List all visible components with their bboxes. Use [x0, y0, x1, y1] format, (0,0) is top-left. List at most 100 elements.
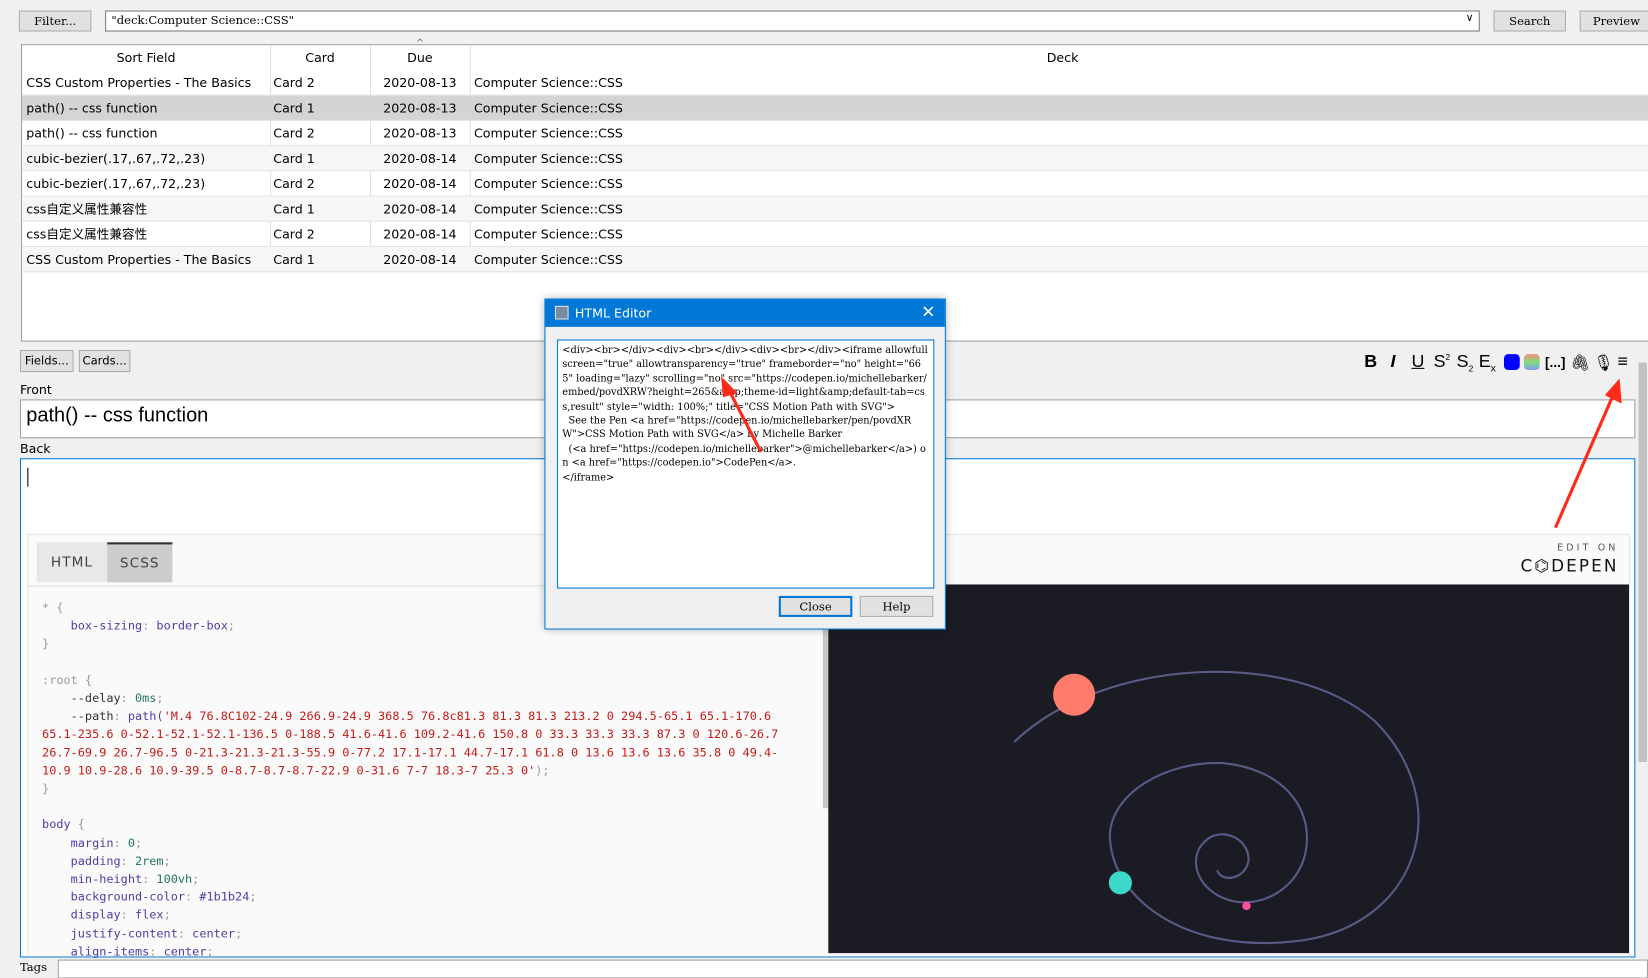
code-token: path( [127, 709, 164, 724]
cell-sort-field: cubic-bezier(.17,.67,.72,.23) [26, 176, 206, 192]
subscript-icon[interactable]: S2 [1457, 351, 1474, 373]
more-icon[interactable]: ≡ [1617, 351, 1627, 372]
code-token: 2rem [134, 854, 164, 868]
fields-button[interactable]: Fields... [19, 349, 74, 373]
table-row[interactable]: path() -- css function Card 1 2020-08-13 Co… [22, 95, 1648, 121]
highlight-color-icon[interactable] [1523, 354, 1540, 370]
cell-due: 2020-08-14 [383, 201, 457, 217]
search-button[interactable]: Search [1493, 10, 1566, 32]
tab-html[interactable]: HTML [36, 542, 108, 583]
codepen-result-preview [828, 584, 1630, 954]
code-token: :root { [42, 673, 93, 688]
code-token: ; [235, 926, 243, 941]
cell-card: Card 1 [273, 151, 315, 167]
dialog-title: HTML Editor [574, 305, 652, 321]
code-token: --delay [42, 691, 121, 706]
table-row[interactable]: cubic-bezier(.17,.67,.72,.23) Card 2 2020-… [22, 171, 1648, 197]
code-token: : [149, 944, 164, 959]
code-token: min-height [42, 872, 143, 886]
code-token: body [42, 818, 71, 832]
close-button[interactable]: Close [778, 595, 853, 617]
codepen-logo[interactable]: C⌬DEPEN [1520, 556, 1618, 576]
table-row[interactable]: cubic-bezier(.17,.67,.72,.23) Card 1 2020-… [22, 146, 1648, 172]
cell-due: 2020-08-13 [383, 126, 457, 141]
cell-deck: Computer Science::CSS [474, 126, 623, 141]
bold-icon[interactable]: B [1364, 351, 1377, 372]
code-token: 65.1-235.6 0-52.1-52.1-52.1-136.5 0-188.… [42, 727, 779, 742]
code-line: 26.7-69.9 26.7-96.5 0-21.3-21.3-21.3-55.… [42, 744, 778, 762]
code-line: 65.1-235.6 0-52.1-52.1-52.1-136.5 0-188.… [42, 726, 778, 744]
preview-button[interactable]: Preview [1579, 10, 1648, 32]
code-line: :root { [42, 671, 92, 689]
cell-deck: Computer Science::CSS [474, 227, 623, 242]
code-token: ); [535, 763, 550, 778]
front-label: Front [19, 382, 52, 398]
cell-sort-field: CSS Custom Properties - The Basics [26, 75, 252, 91]
column-header-deck[interactable]: Deck [470, 45, 1648, 70]
column-header-card[interactable]: Card [270, 45, 370, 70]
cell-card: Card 1 [273, 252, 315, 267]
code-line: background-color: #1b1b24; [42, 888, 257, 906]
clear-format-icon[interactable]: Ex [1479, 351, 1496, 375]
editor-scrollbar[interactable] [1637, 352, 1648, 954]
cell-card: Card 2 [273, 176, 315, 192]
table-row[interactable]: path() -- css function Card 2 2020-08-13 Co… [22, 121, 1648, 147]
code-token: : [142, 872, 157, 886]
column-header-sort-field[interactable]: Sort Field [22, 45, 270, 70]
table-row[interactable]: css自定义属性兼容性 Card 2 2020-08-14 Computer Scie… [22, 222, 1648, 247]
record-audio-icon[interactable]: 🎙 [1593, 353, 1613, 372]
code-line: body { [42, 816, 85, 834]
superscript-icon[interactable]: S2 [1434, 351, 1451, 372]
cell-deck: Computer Science::CSS [474, 252, 623, 267]
code-token: 10.9 10.9-28.6 10.9-39.5 0-8.7-8.7-8.7-2… [42, 763, 536, 778]
orange-dot [1053, 673, 1096, 716]
cell-sort-field: CSS Custom Properties - The Basics [26, 252, 252, 267]
code-token: : [113, 836, 128, 850]
table-row[interactable]: css自定义属性兼容性 Card 1 2020-08-14 Computer Scie… [22, 196, 1648, 222]
code-line: align-items: center; [42, 943, 214, 961]
code-token: ; [206, 944, 214, 959]
scrollbar-thumb[interactable] [1638, 362, 1647, 762]
code-token: : [120, 854, 135, 868]
code-token: border-box [156, 619, 228, 633]
table-row[interactable]: CSS Custom Properties - The Basics Card 2… [22, 70, 1648, 96]
tab-scss[interactable]: SCSS [107, 542, 173, 583]
cell-sort-field: cubic-bezier(.17,.67,.72,.23) [26, 151, 206, 167]
code-token: flex [134, 908, 164, 923]
preview-background [828, 584, 1630, 954]
code-token: 26.7-69.9 26.7-96.5 0-21.3-21.3-21.3-55.… [42, 745, 779, 760]
code-token: display [42, 908, 121, 923]
edit-on-label[interactable]: EDIT ON [1557, 543, 1618, 554]
chevron-down-icon[interactable]: ∨ [1466, 13, 1474, 25]
cloze-icon[interactable]: [...] [1545, 354, 1565, 370]
dialog-title-bar[interactable]: HTML Editor ✕ [545, 299, 945, 327]
teal-dot [1108, 871, 1132, 895]
cell-deck: Computer Science::CSS [474, 151, 623, 167]
html-source-textarea[interactable]: <div><br></div><div><br></div><div><br><… [557, 339, 935, 589]
code-token: #1b1b24 [199, 890, 250, 905]
close-icon[interactable]: ✕ [921, 302, 935, 322]
italic-icon[interactable]: I [1390, 351, 1395, 372]
code-token: margin [42, 836, 114, 850]
code-line: } [42, 635, 49, 653]
text-color-icon[interactable] [1503, 354, 1520, 370]
underline-icon[interactable]: U [1411, 351, 1424, 372]
attach-icon[interactable]: 🖇 [1570, 353, 1590, 372]
code-token: --path [42, 709, 114, 724]
code-line: --delay: 0ms; [42, 689, 164, 707]
cell-card: Card 2 [273, 227, 315, 242]
code-token: center [163, 944, 207, 959]
search-query: "deck:Computer Science::CSS" [111, 13, 294, 28]
filter-button[interactable]: Filter... [18, 10, 92, 32]
search-input[interactable]: "deck:Computer Science::CSS" ∨ [105, 10, 1480, 32]
pink-dot [1242, 901, 1251, 911]
cell-sort-field: path() -- css function [26, 100, 158, 116]
table-row[interactable]: CSS Custom Properties - The Basics Card 1… [22, 246, 1648, 273]
code-token: : [177, 926, 193, 941]
tags-input[interactable] [57, 959, 1648, 978]
code-line: 10.9 10.9-28.6 10.9-39.5 0-8.7-8.7-8.7-2… [42, 762, 550, 780]
code-token: : [142, 619, 157, 633]
code-token: 100vh [156, 872, 193, 886]
cards-button[interactable]: Cards... [78, 349, 131, 373]
help-button[interactable]: Help [859, 595, 934, 617]
